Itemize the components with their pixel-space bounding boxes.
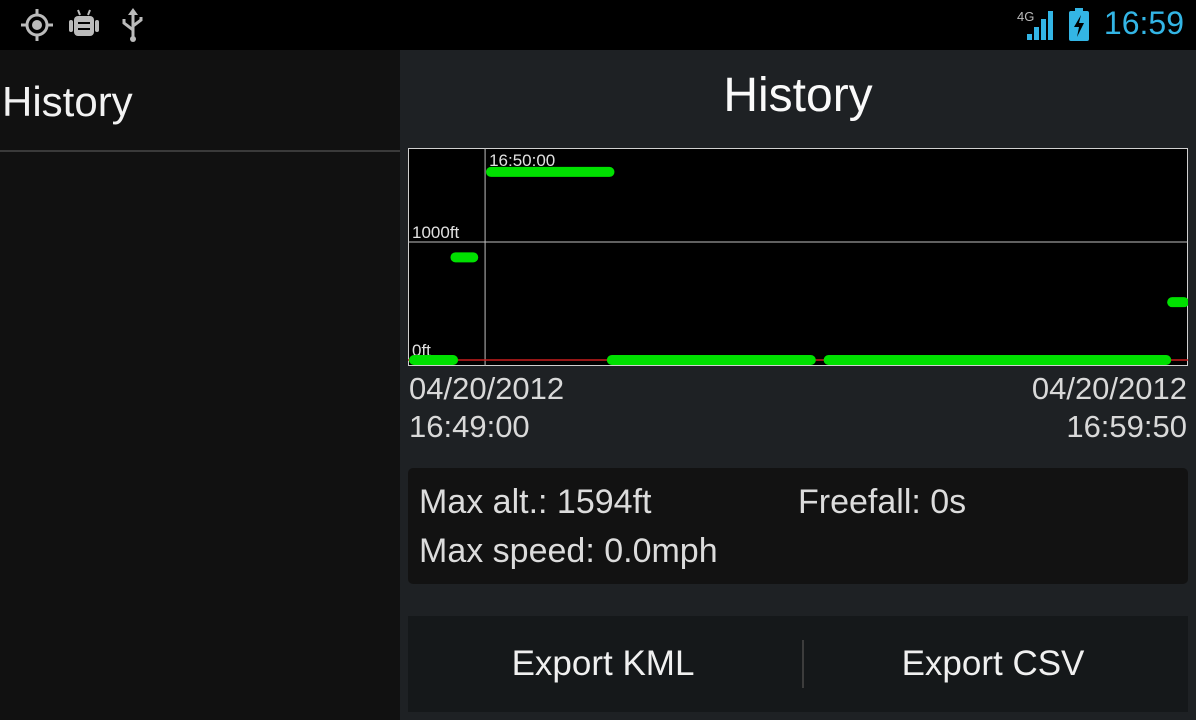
range-start-time: 16:49:00	[409, 409, 530, 444]
range-end: 04/20/2012 16:59:50	[1032, 370, 1187, 446]
y-tick-label-1000: 1000ft	[412, 223, 460, 242]
nav-item-history[interactable]: History	[2, 78, 133, 126]
usb-icon	[120, 8, 146, 47]
export-csv-button[interactable]: Export CSV	[798, 616, 1188, 712]
range-start: 04/20/2012 16:49:00	[409, 370, 564, 446]
android-debug-icon	[68, 8, 100, 47]
range-start-date: 04/20/2012	[409, 371, 565, 406]
export-button-bar: Export KML Export CSV	[408, 616, 1188, 712]
max-speed: Max speed: 0.0mph	[419, 532, 718, 570]
stats-panel: Max alt.: 1594ft Freefall: 0s Max speed:…	[408, 468, 1188, 584]
history-detail: History 16:50:00 1000ft 0ft 04/20/2012 16:…	[400, 50, 1196, 720]
battery-charging-icon	[1068, 8, 1090, 47]
status-bar: 4G 16:59	[0, 0, 1196, 50]
chart-frame	[408, 148, 1188, 366]
freefall-time: Freefall: 0s	[798, 483, 967, 521]
range-end-date: 04/20/2012	[1031, 371, 1187, 406]
signal-icon: 4G	[1016, 8, 1056, 47]
max-altitude: Max alt.: 1594ft	[419, 483, 652, 521]
altitude-chart: 16:50:00 1000ft 0ft	[408, 148, 1188, 366]
range-end-time: 16:59:50	[1066, 409, 1187, 444]
svg-text:4G: 4G	[1017, 9, 1034, 24]
gps-icon	[20, 8, 54, 47]
navigation-pane: History	[0, 50, 400, 720]
altitude-chart-svg: 16:50:001000ft0ft	[408, 148, 1188, 366]
export-kml-button[interactable]: Export KML	[408, 616, 798, 712]
status-time: 16:59	[1103, 5, 1184, 41]
page-title: History	[723, 69, 873, 122]
divider	[0, 150, 400, 152]
